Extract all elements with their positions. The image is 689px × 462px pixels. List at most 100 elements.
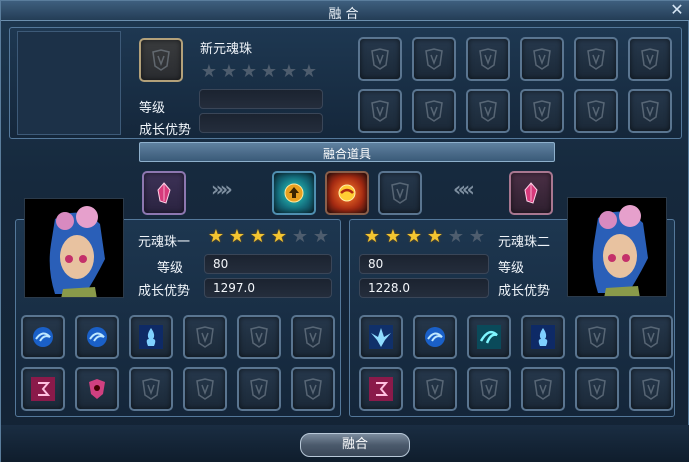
empty-slot-icon — [142, 378, 160, 400]
left-star-icon: ★ — [291, 226, 309, 247]
left-level-label: 等级 — [157, 261, 184, 276]
blue-flame-icon — [531, 325, 555, 349]
result-name: 新元魂珠 — [200, 42, 253, 57]
fuse-button[interactable]: 融合 — [300, 433, 410, 457]
fusion-item-slot-1[interactable] — [272, 171, 316, 215]
empty-slot-icon — [480, 378, 498, 400]
right-crystal-slot[interactable] — [509, 171, 553, 215]
left-star-icon: ★ — [207, 226, 225, 247]
right-star-icon: ★ — [405, 226, 423, 247]
fusion-window: 融合 ✕ 新元魂珠 等级 成长优势 融合道具 »» «« 元魂珠一 等级 80 … — [0, 0, 689, 462]
result-star-icon: ★ — [200, 61, 218, 82]
right-skill-slot[interactable] — [359, 315, 403, 359]
orb-icon — [338, 184, 356, 202]
result-star-icon: ★ — [280, 61, 298, 82]
result-skill-slot[interactable] — [412, 89, 456, 133]
right-skill-slot[interactable] — [413, 367, 457, 411]
right-star-icon: ★ — [468, 226, 486, 247]
left-skill-slot[interactable] — [291, 367, 335, 411]
empty-slot-icon — [533, 48, 551, 70]
right-pearl-name: 元魂珠二 — [498, 235, 551, 250]
left-star-icon: ★ — [249, 226, 267, 247]
cyan-vortex-icon — [477, 325, 501, 349]
result-skill-slot[interactable] — [628, 37, 672, 81]
left-skill-slot[interactable] — [237, 367, 281, 411]
result-skill-slot[interactable] — [520, 37, 564, 81]
right-growth-label: 成长优势 — [498, 284, 551, 299]
empty-slot-icon — [534, 378, 552, 400]
result-skill-slot[interactable] — [466, 89, 510, 133]
right-skill-slot[interactable] — [467, 315, 511, 359]
left-skill-slot[interactable] — [129, 315, 173, 359]
right-skill-slot[interactable] — [575, 315, 619, 359]
right-skill-slot[interactable] — [575, 367, 619, 411]
result-skill-slot[interactable] — [574, 37, 618, 81]
empty-slot-icon — [587, 48, 605, 70]
empty-slot-icon — [196, 378, 214, 400]
title-bar[interactable]: 融合 ✕ — [1, 1, 689, 22]
empty-slot-icon — [588, 378, 606, 400]
empty-slot-icon — [588, 326, 606, 348]
fusion-item-slot-2[interactable] — [325, 171, 369, 215]
right-skill-slot[interactable] — [467, 367, 511, 411]
left-star-icon: ★ — [228, 226, 246, 247]
left-level-field: 80 — [204, 254, 332, 274]
left-skill-slot[interactable] — [183, 315, 227, 359]
left-skill-slot[interactable] — [21, 367, 65, 411]
result-level-field — [199, 89, 323, 109]
water-swirl-icon — [33, 327, 53, 347]
result-portrait-empty — [17, 31, 121, 135]
empty-slot-icon — [391, 182, 409, 204]
left-character-portrait — [24, 198, 124, 298]
right-skill-slot[interactable] — [521, 315, 565, 359]
empty-slot-icon — [425, 100, 443, 122]
result-item-slot[interactable] — [139, 38, 183, 82]
right-skill-slot[interactable] — [629, 315, 673, 359]
blue-flame-icon — [139, 325, 163, 349]
empty-slot-icon — [371, 48, 389, 70]
left-skill-slot[interactable] — [21, 315, 65, 359]
empty-slot-icon — [642, 326, 660, 348]
fusion-items-header: 融合道具 — [139, 142, 555, 162]
empty-slot-icon — [371, 100, 389, 122]
left-skill-slot[interactable] — [75, 367, 119, 411]
left-star-icon: ★ — [312, 226, 330, 247]
empty-slot-icon — [425, 48, 443, 70]
left-skill-slot[interactable] — [291, 315, 335, 359]
right-skill-slot[interactable] — [521, 367, 565, 411]
result-skill-slot[interactable] — [574, 89, 618, 133]
result-skill-slot[interactable] — [466, 37, 510, 81]
left-arrows-icon: «« — [453, 177, 475, 201]
left-crystal-slot[interactable] — [142, 171, 186, 215]
result-star-icon: ★ — [260, 61, 278, 82]
result-star-icon: ★ — [300, 61, 318, 82]
empty-slot-icon — [304, 378, 322, 400]
result-skill-slot[interactable] — [358, 89, 402, 133]
result-growth-label: 成长优势 — [139, 123, 192, 138]
left-skill-slot[interactable] — [75, 315, 119, 359]
result-star-icon: ★ — [240, 61, 258, 82]
empty-slot-icon — [641, 100, 659, 122]
empty-slot-icon — [196, 326, 214, 348]
right-level-label: 等级 — [498, 261, 525, 276]
result-skill-slot[interactable] — [520, 89, 564, 133]
result-skill-slot[interactable] — [358, 37, 402, 81]
right-skill-slot[interactable] — [413, 315, 457, 359]
result-skill-slot[interactable] — [412, 37, 456, 81]
empty-slot-icon — [641, 48, 659, 70]
left-skill-slot[interactable] — [237, 315, 281, 359]
pink-rune-icon — [31, 377, 55, 401]
empty-slot-icon — [250, 378, 268, 400]
close-icon[interactable]: ✕ — [668, 1, 686, 19]
fusion-item-slot-3[interactable] — [378, 171, 422, 215]
pink-rune-icon — [369, 377, 393, 401]
right-skill-slot[interactable] — [629, 367, 673, 411]
left-skill-slot[interactable] — [129, 367, 173, 411]
right-skill-slot[interactable] — [359, 367, 403, 411]
result-skill-slot[interactable] — [628, 89, 672, 133]
right-arrows-icon: »» — [211, 177, 233, 201]
left-skill-slot[interactable] — [183, 367, 227, 411]
right-growth-field: 1228.0 — [359, 278, 489, 298]
empty-slot-icon — [304, 326, 322, 348]
left-star-icon: ★ — [270, 226, 288, 247]
